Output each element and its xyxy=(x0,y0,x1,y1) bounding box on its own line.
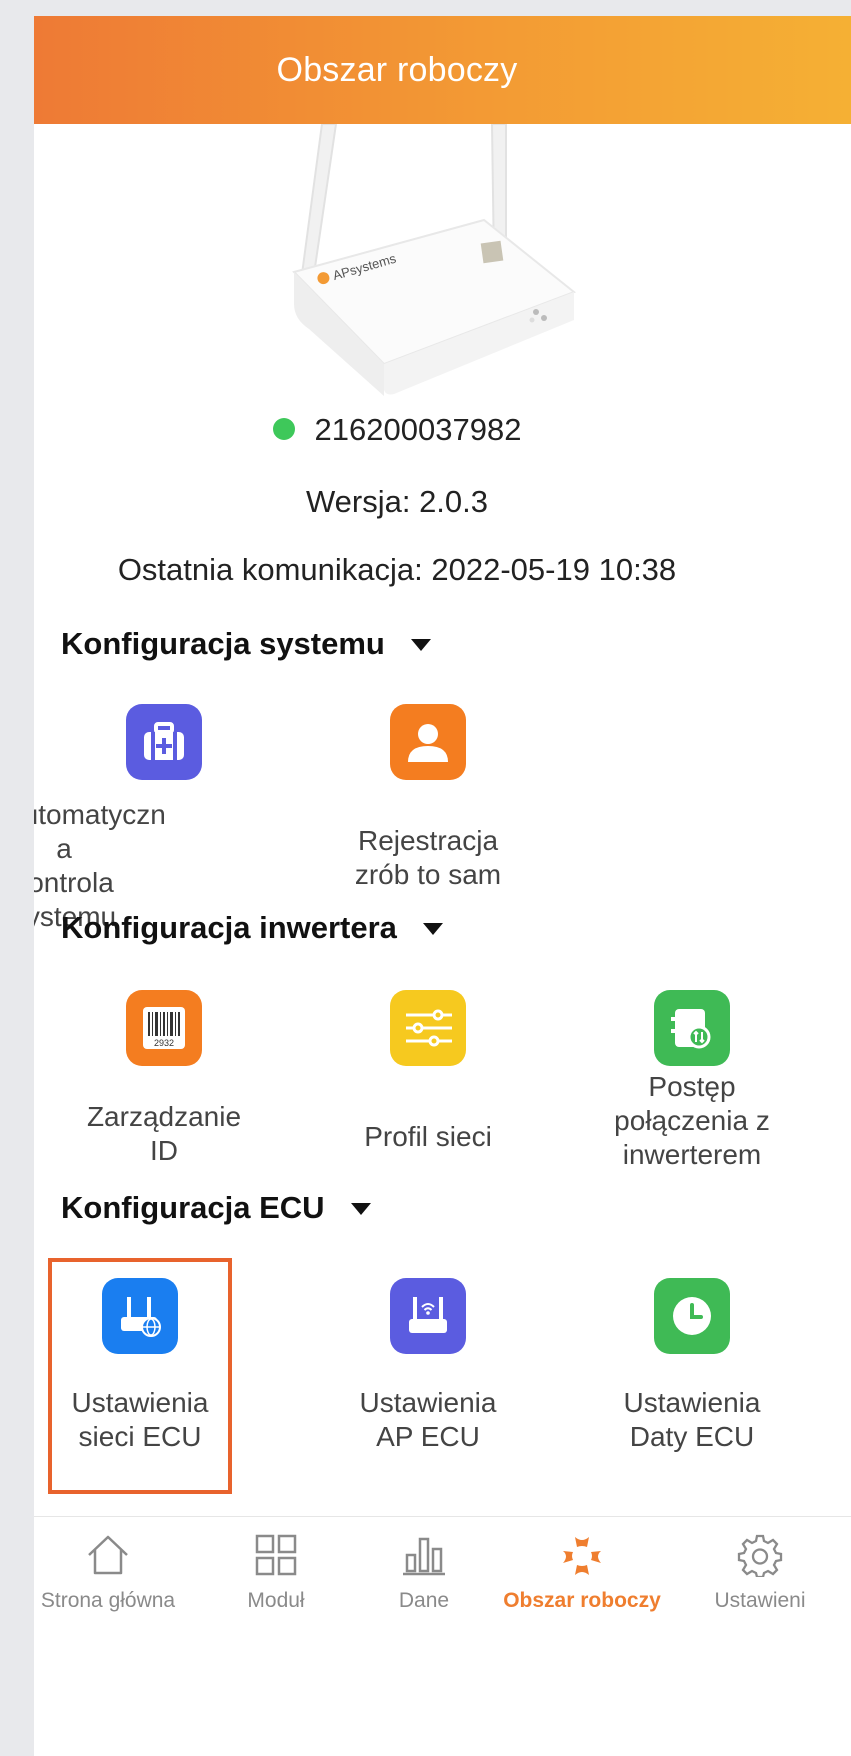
last-communication: Ostatnia komunikacja: 2022-05-19 10:38 xyxy=(117,552,677,587)
nav-label: Ustawieni xyxy=(714,1589,806,1612)
medical-kit-icon xyxy=(126,704,202,780)
section-title: Konfiguracja ECU xyxy=(61,1190,325,1225)
home-icon xyxy=(34,1531,186,1579)
item-ecu-date-settings[interactable]: Ustawienia Daty ECU xyxy=(562,1278,822,1452)
gear-icon xyxy=(690,1531,830,1579)
caret-down-icon xyxy=(350,1203,371,1215)
caret-down-icon xyxy=(410,639,431,651)
header-bar: Obszar roboczy xyxy=(34,16,851,124)
item-label-text: Ustawienia AP ECU xyxy=(359,1387,497,1452)
section-title: Konfiguracja systemu xyxy=(61,626,385,661)
nav-label: Dane xyxy=(398,1589,450,1612)
nav-home[interactable]: Strona główna xyxy=(34,1531,186,1613)
sliders-icon xyxy=(390,990,466,1066)
item-label: Ustawienia AP ECU xyxy=(298,1386,558,1454)
router-wifi-icon xyxy=(390,1278,466,1354)
device-version: Wersja: 2.0.3 xyxy=(305,484,489,519)
item-auto-check[interactable]: Automatyczn a kontrola systemu xyxy=(34,704,294,932)
item-id-management[interactable]: 2932 Zarządzanie ID xyxy=(34,990,294,1166)
nav-data[interactable]: Dane xyxy=(354,1531,494,1613)
nav-label: Moduł xyxy=(247,1589,305,1612)
item-label-text: Postęp połączenia z inwerterem xyxy=(614,1071,770,1170)
item-label-text: Profil sieci xyxy=(364,1121,492,1152)
nav-workspace[interactable]: Obszar roboczy xyxy=(492,1531,672,1613)
section-ecu-config[interactable]: Konfiguracja ECU xyxy=(61,1190,371,1226)
section-inverter-config[interactable]: Konfiguracja inwertera xyxy=(61,910,443,946)
item-label: Profil sieci xyxy=(298,1120,558,1154)
apsystems-logo-icon xyxy=(492,1531,672,1579)
device-serial: 216200037982 xyxy=(314,412,522,447)
device-serial-row: 216200037982 xyxy=(34,412,760,448)
nav-label: Obszar roboczy xyxy=(503,1589,661,1612)
item-label: Postęp połączenia z inwerterem xyxy=(562,1070,822,1172)
item-label-text: Zarządzanie ID xyxy=(86,1101,242,1166)
item-label: Zarządzanie ID xyxy=(34,1100,294,1168)
grid-icon xyxy=(206,1531,346,1579)
user-icon xyxy=(390,704,466,780)
bar-chart-icon xyxy=(354,1531,494,1579)
item-ecu-network-settings[interactable]: Ustawienia sieci ECU xyxy=(34,1278,270,1452)
status-dot-online xyxy=(272,417,295,440)
bottom-nav-divider xyxy=(34,1516,851,1517)
item-label: Ustawienia sieci ECU xyxy=(34,1386,270,1454)
item-grid-profile[interactable]: Profil sieci xyxy=(298,990,558,1152)
router-globe-icon xyxy=(102,1278,178,1354)
clock-icon xyxy=(654,1278,730,1354)
inverter-sync-icon xyxy=(654,990,730,1066)
barcode-number: 2932 xyxy=(154,1038,174,1048)
nav-label: Strona główna xyxy=(40,1589,176,1612)
item-label-text: Rejestracja zrób to sam xyxy=(354,825,502,890)
app-screen: Obszar roboczy APsystems 216200037982 We… xyxy=(34,16,851,1756)
nav-settings[interactable]: Ustawieni xyxy=(690,1531,830,1613)
page-title: Obszar roboczy xyxy=(276,50,518,89)
nav-module[interactable]: Moduł xyxy=(206,1531,346,1613)
item-label: Ustawienia Daty ECU xyxy=(562,1386,822,1454)
item-ecu-ap-settings[interactable]: Ustawienia AP ECU xyxy=(298,1278,558,1452)
item-inverter-connection-progress[interactable]: Postęp połączenia z inwerterem xyxy=(562,990,822,1170)
item-label-text: Ustawienia sieci ECU xyxy=(71,1387,209,1452)
item-label: Rejestracja zrób to sam xyxy=(298,824,558,892)
item-diy-registration[interactable]: Rejestracja zrób to sam xyxy=(298,704,558,890)
caret-down-icon xyxy=(422,923,443,935)
barcode-icon: 2932 xyxy=(126,990,202,1066)
item-label-text: Ustawienia Daty ECU xyxy=(623,1387,761,1452)
section-title: Konfiguracja inwertera xyxy=(61,910,397,945)
section-system-config[interactable]: Konfiguracja systemu xyxy=(61,626,431,662)
